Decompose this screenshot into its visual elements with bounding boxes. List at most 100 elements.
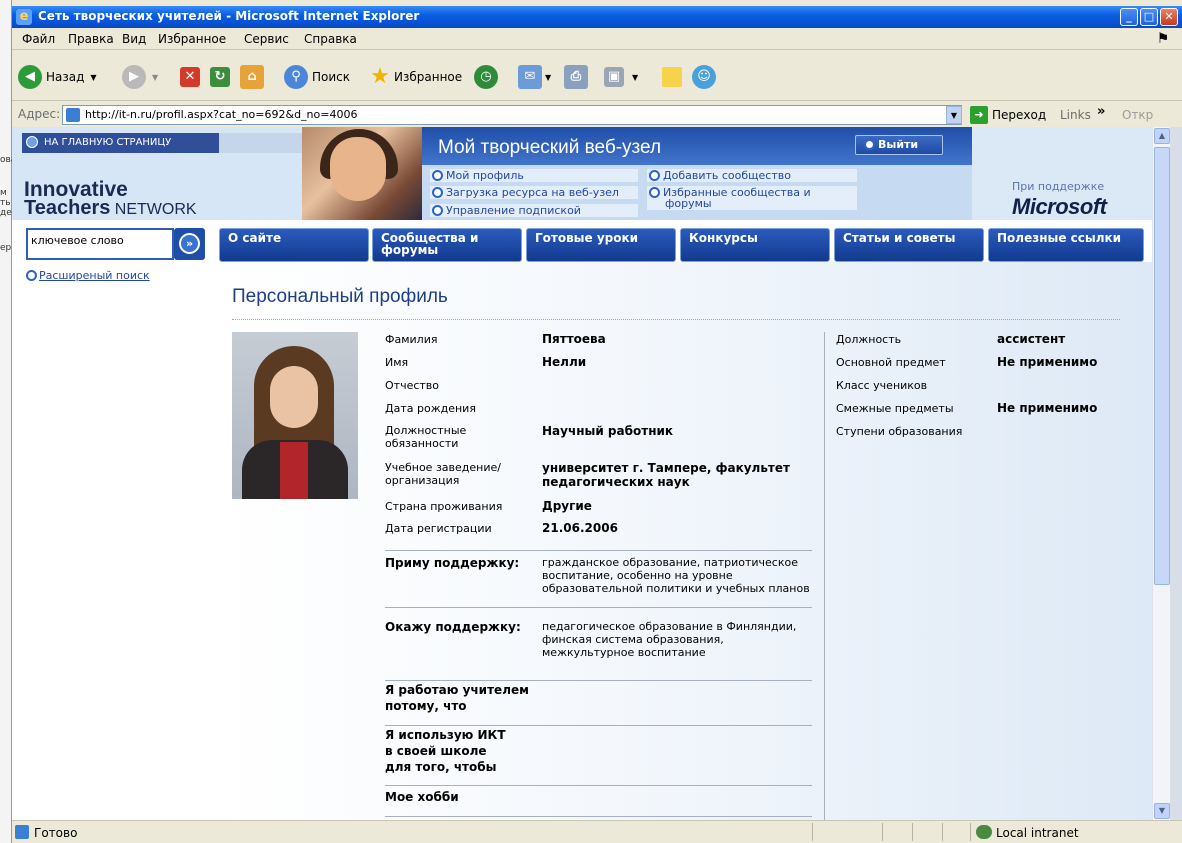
home-link-label: НА ГЛАВНУЮ СТРАНИЦУ: [44, 137, 172, 148]
nav-communities[interactable]: Сообщества и форумы: [372, 228, 522, 262]
scroll-thumb[interactable]: [1154, 147, 1170, 585]
history-button[interactable]: ◷: [474, 65, 498, 89]
microsoft-logo[interactable]: Microsoft: [1012, 194, 1107, 220]
advanced-search-link[interactable]: Расширеный поиск: [26, 269, 150, 282]
nav-contests[interactable]: Конкурсы: [680, 228, 830, 262]
minimize-button[interactable]: _: [1120, 8, 1138, 26]
search-button[interactable]: ⚲ Поиск: [284, 65, 350, 89]
refresh-icon: ↻: [210, 67, 230, 87]
title-bar: e Сеть творческих учителей - Microsoft I…: [12, 6, 1182, 28]
maximize-button[interactable]: □: [1140, 8, 1158, 26]
menu-edit[interactable]: Правка: [68, 32, 114, 46]
chevron-down-icon: ▼: [632, 72, 639, 82]
section-divider: [385, 680, 812, 681]
section-divider: [385, 816, 812, 817]
hobby-label: Мое хобби: [385, 790, 459, 804]
links-label[interactable]: Links: [1060, 108, 1091, 122]
give-support-value: педагогическое образование в Финляндии, …: [542, 620, 797, 659]
ie-icon: e: [16, 9, 32, 25]
site-title: Мой творческий веб-узел: [438, 137, 662, 158]
page-done-icon: [15, 825, 29, 839]
banner-teacher-photo: [302, 127, 422, 220]
refresh-button[interactable]: ↻: [210, 65, 230, 89]
mail-button[interactable]: ✉ ▼: [518, 65, 551, 89]
menu-file[interactable]: Файл: [22, 32, 55, 46]
home-icon: ⌂: [240, 65, 264, 89]
stop-button[interactable]: ✕: [180, 65, 200, 89]
menu-view[interactable]: Вид: [122, 32, 146, 46]
itn-logo[interactable]: Innovative Teachers NETWORK: [24, 179, 197, 219]
why-teacher-label: Я работаю учителем потому, что: [385, 683, 529, 713]
bg-fragment: ер: [0, 243, 12, 253]
bg-fragment: ть: [0, 198, 11, 208]
status-bar: Готово Local intranet: [12, 820, 1182, 843]
home-circle-icon: [26, 136, 38, 148]
submenu-subscriptions[interactable]: Управление подпиской: [430, 204, 638, 217]
address-input[interactable]: http://it-n.ru/profil.aspx?cat_no=692&d_…: [62, 105, 962, 125]
submenu-fav-communities[interactable]: Избранные сообщества и форумы: [647, 186, 857, 210]
logout-button[interactable]: Выйти: [855, 135, 943, 155]
submenu-upload[interactable]: Загрузка ресурса на веб-узел: [430, 186, 638, 199]
logo-line2: Teachers NETWORK: [24, 198, 197, 219]
links-chevron-icon[interactable]: »: [1097, 104, 1105, 119]
submenu-add-community[interactable]: Добавить сообщество: [647, 169, 857, 182]
submenu-label: Избранные сообщества и форумы: [663, 186, 811, 210]
address-label: Адрес:: [18, 107, 61, 121]
nav-lessons[interactable]: Готовые уроки: [526, 228, 676, 262]
nav-links[interactable]: Полезные ссылки: [988, 228, 1144, 262]
profile-photo: [232, 332, 358, 499]
institution-value: университет г. Тампере, факультет педаго…: [542, 461, 790, 489]
edit-button[interactable]: ▣ ▼: [604, 65, 638, 89]
keyword-search-input[interactable]: ключевое слово: [26, 228, 174, 260]
vertical-scrollbar[interactable]: ▲ ▼: [1152, 127, 1170, 820]
favorites-label: Избранное: [394, 70, 463, 84]
section-divider: [385, 607, 812, 608]
window-edge: [1170, 127, 1182, 820]
back-label: Назад: [46, 70, 85, 84]
notes-button[interactable]: [662, 65, 682, 89]
position-label: Должность: [836, 333, 902, 346]
submenu-label: Мой профиль: [446, 169, 524, 182]
messenger-icon: ☺: [692, 65, 716, 89]
edit-icon: ▣: [604, 67, 624, 87]
section-divider: [385, 550, 812, 551]
name-label: Имя: [385, 356, 409, 369]
duties-label: Должностные обязанности: [385, 424, 467, 450]
nav-about[interactable]: О сайте: [219, 228, 369, 262]
home-button[interactable]: ⌂: [240, 65, 264, 89]
address-dropdown-button[interactable]: ▼: [946, 106, 962, 124]
back-button[interactable]: ◀ Назад ▼: [18, 65, 97, 89]
status-separator: [970, 823, 971, 841]
print-button[interactable]: ⎙: [564, 65, 588, 89]
scroll-down-arrow-icon[interactable]: ▼: [1154, 803, 1170, 819]
go-button[interactable]: ➜ Переход: [970, 106, 1046, 124]
menu-bar: Файл Правка Вид Избранное Сервис Справка…: [12, 28, 1182, 50]
position-value: ассистент: [997, 332, 1066, 346]
menu-help[interactable]: Справка: [304, 32, 357, 46]
address-bar: Адрес: http://it-n.ru/profil.aspx?cat_no…: [12, 102, 1182, 127]
arrow-circle-icon: [432, 187, 443, 198]
home-link[interactable]: НА ГЛАВНУЮ СТРАНИЦУ: [22, 133, 219, 153]
links-more-item[interactable]: Откр: [1122, 108, 1153, 122]
chevron-down-icon: ▼: [152, 72, 159, 82]
submenu-label: Добавить сообщество: [663, 169, 791, 182]
messenger-button[interactable]: ☺: [692, 65, 716, 89]
name-value: Нелли: [542, 355, 587, 369]
close-button[interactable]: ✕: [1160, 8, 1178, 26]
class-label: Класс учеников: [836, 379, 928, 392]
surname-value: Пяттоева: [542, 332, 606, 346]
scroll-up-arrow-icon[interactable]: ▲: [1154, 128, 1170, 144]
status-separator: [942, 823, 943, 841]
windows-flag-icon: ⚑: [1156, 31, 1170, 47]
ict-usage-label: Я использую ИКТ в своей школе для того, …: [385, 728, 506, 774]
registration-value: 21.06.2006: [542, 521, 618, 535]
menu-favorites[interactable]: Избранное: [158, 32, 226, 46]
registration-label: Дата регистрации: [385, 522, 492, 535]
submenu-my-profile[interactable]: Мой профиль: [430, 169, 638, 182]
page-viewport: НА ГЛАВНУЮ СТРАНИЦУ Innovative Teachers …: [12, 127, 1152, 820]
menu-tools[interactable]: Сервис: [244, 32, 289, 46]
forward-button[interactable]: ▶ ▼: [122, 65, 158, 89]
favorites-button[interactable]: ★ Избранное: [368, 65, 462, 89]
search-submit-button[interactable]: »: [174, 228, 205, 260]
nav-articles[interactable]: Статьи и советы: [834, 228, 984, 262]
